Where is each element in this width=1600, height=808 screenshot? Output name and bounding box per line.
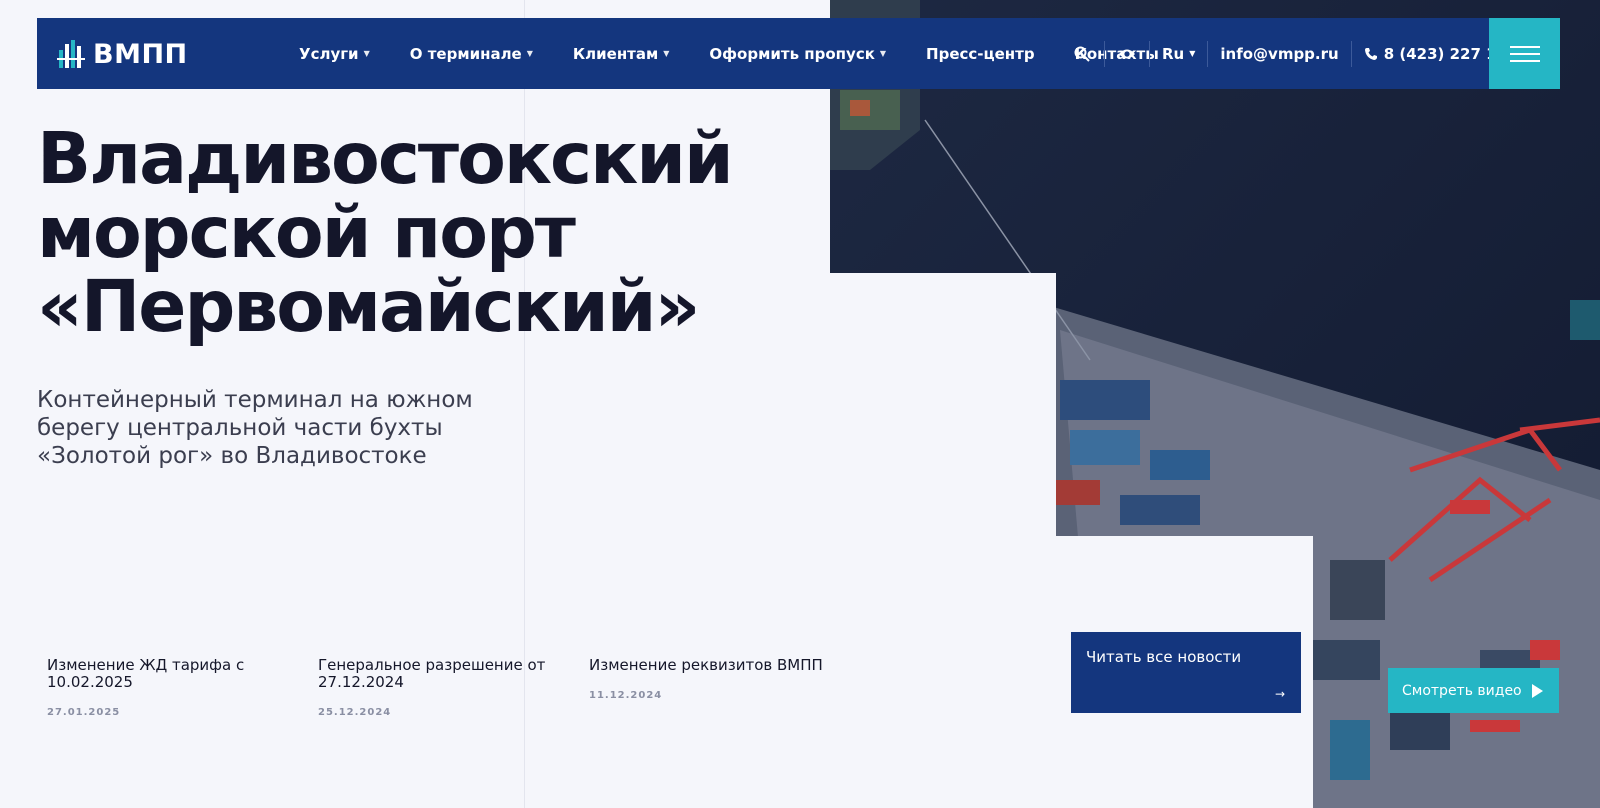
hero-title-line: Владивостокский [37,117,734,200]
nav-item-label: Пресс-центр [926,44,1035,63]
nav-item-press-center[interactable]: Пресс-центр [926,45,1035,63]
caret-down-icon: ▼ [363,49,370,58]
nav-item-clients[interactable]: Клиентам ▼ [573,45,670,63]
nav-item-get-pass[interactable]: Оформить пропуск ▼ [709,45,886,63]
search-icon[interactable] [1072,44,1092,64]
news-item[interactable]: Изменение реквизитов ВМПП 11.12.2024 [589,657,839,702]
nav-item-services[interactable]: Услуги ▼ [299,45,370,63]
header-tools: Ru ▼ info@vmpp.ru 8 (423) 227 13 60 [1072,18,1533,89]
email-link[interactable]: info@vmpp.ru [1220,45,1338,63]
language-label: Ru [1162,44,1185,63]
caret-down-icon: ▼ [879,49,887,58]
eye-icon[interactable] [1117,44,1137,64]
news-date: 27.01.2025 [47,707,121,718]
nav-item-label: О терминале [409,44,522,63]
hamburger-icon [1509,45,1540,48]
all-news-button[interactable]: Читать все новости → [1071,632,1301,713]
hero-title-line: морской порт [37,191,576,274]
nav-item-label: Клиентам [572,44,659,63]
divider [1104,40,1105,67]
news-title[interactable]: Генеральное разрешение от 27.12.2024 [318,657,558,691]
play-icon [1531,683,1543,698]
language-selector[interactable]: Ru ▼ [1162,45,1195,63]
logo-text: ВМПП [93,38,188,70]
arrow-right-icon: → [1274,687,1285,701]
menu-button[interactable] [1489,18,1560,89]
hero-subtitle-line: берегу центральной части бухты [37,415,443,441]
news-item[interactable]: Генеральное разрешение от 27.12.2024 25.… [318,657,558,719]
site-header: ВМПП Услуги ▼ О терминале ▼ Клиентам ▼ О… [37,18,1560,89]
hero-subtitle-line: Контейнерный терминал на южном [37,387,473,413]
caret-down-icon: ▼ [1189,49,1196,58]
main-nav: Услуги ▼ О терминале ▼ Клиентам ▼ Оформи… [299,18,1159,89]
hamburger-icon-line [1509,59,1540,62]
news-title[interactable]: Изменение реквизитов ВМПП [589,657,839,674]
hero-title-line: «Первомайский» [37,265,700,348]
watch-video-label: Смотреть видео [1402,682,1522,699]
nav-item-label: Оформить пропуск [709,44,875,63]
hamburger-icon-line [1509,52,1540,55]
divider [1350,40,1352,67]
phone-icon [1364,47,1377,60]
nav-item-label: Услуги [299,44,359,63]
hero-subtitle-line: «Золотой рог» во Владивостоке [37,443,427,469]
watch-video-button[interactable]: Смотреть видео [1388,668,1559,713]
news-date: 11.12.2024 [589,690,663,701]
divider [1207,40,1209,67]
nav-item-about-terminal[interactable]: О терминале ▼ [410,45,533,63]
logo-icon [57,38,85,70]
news-title[interactable]: Изменение ЖД тарифа с 10.02.2025 [47,657,277,691]
news-item[interactable]: Изменение ЖД тарифа с 10.02.2025 27.01.2… [47,657,277,719]
brand-logo[interactable]: ВМПП [57,37,188,71]
divider [1149,40,1150,67]
caret-down-icon: ▼ [663,49,670,58]
hero-title: Владивостокский морской порт «Первомайск… [37,122,797,344]
all-news-label: Читать все новости [1086,648,1242,666]
hero-subtitle: Контейнерный терминал на южном берегу це… [37,386,507,470]
news-date: 25.12.2024 [318,707,392,718]
caret-down-icon: ▼ [526,49,533,58]
